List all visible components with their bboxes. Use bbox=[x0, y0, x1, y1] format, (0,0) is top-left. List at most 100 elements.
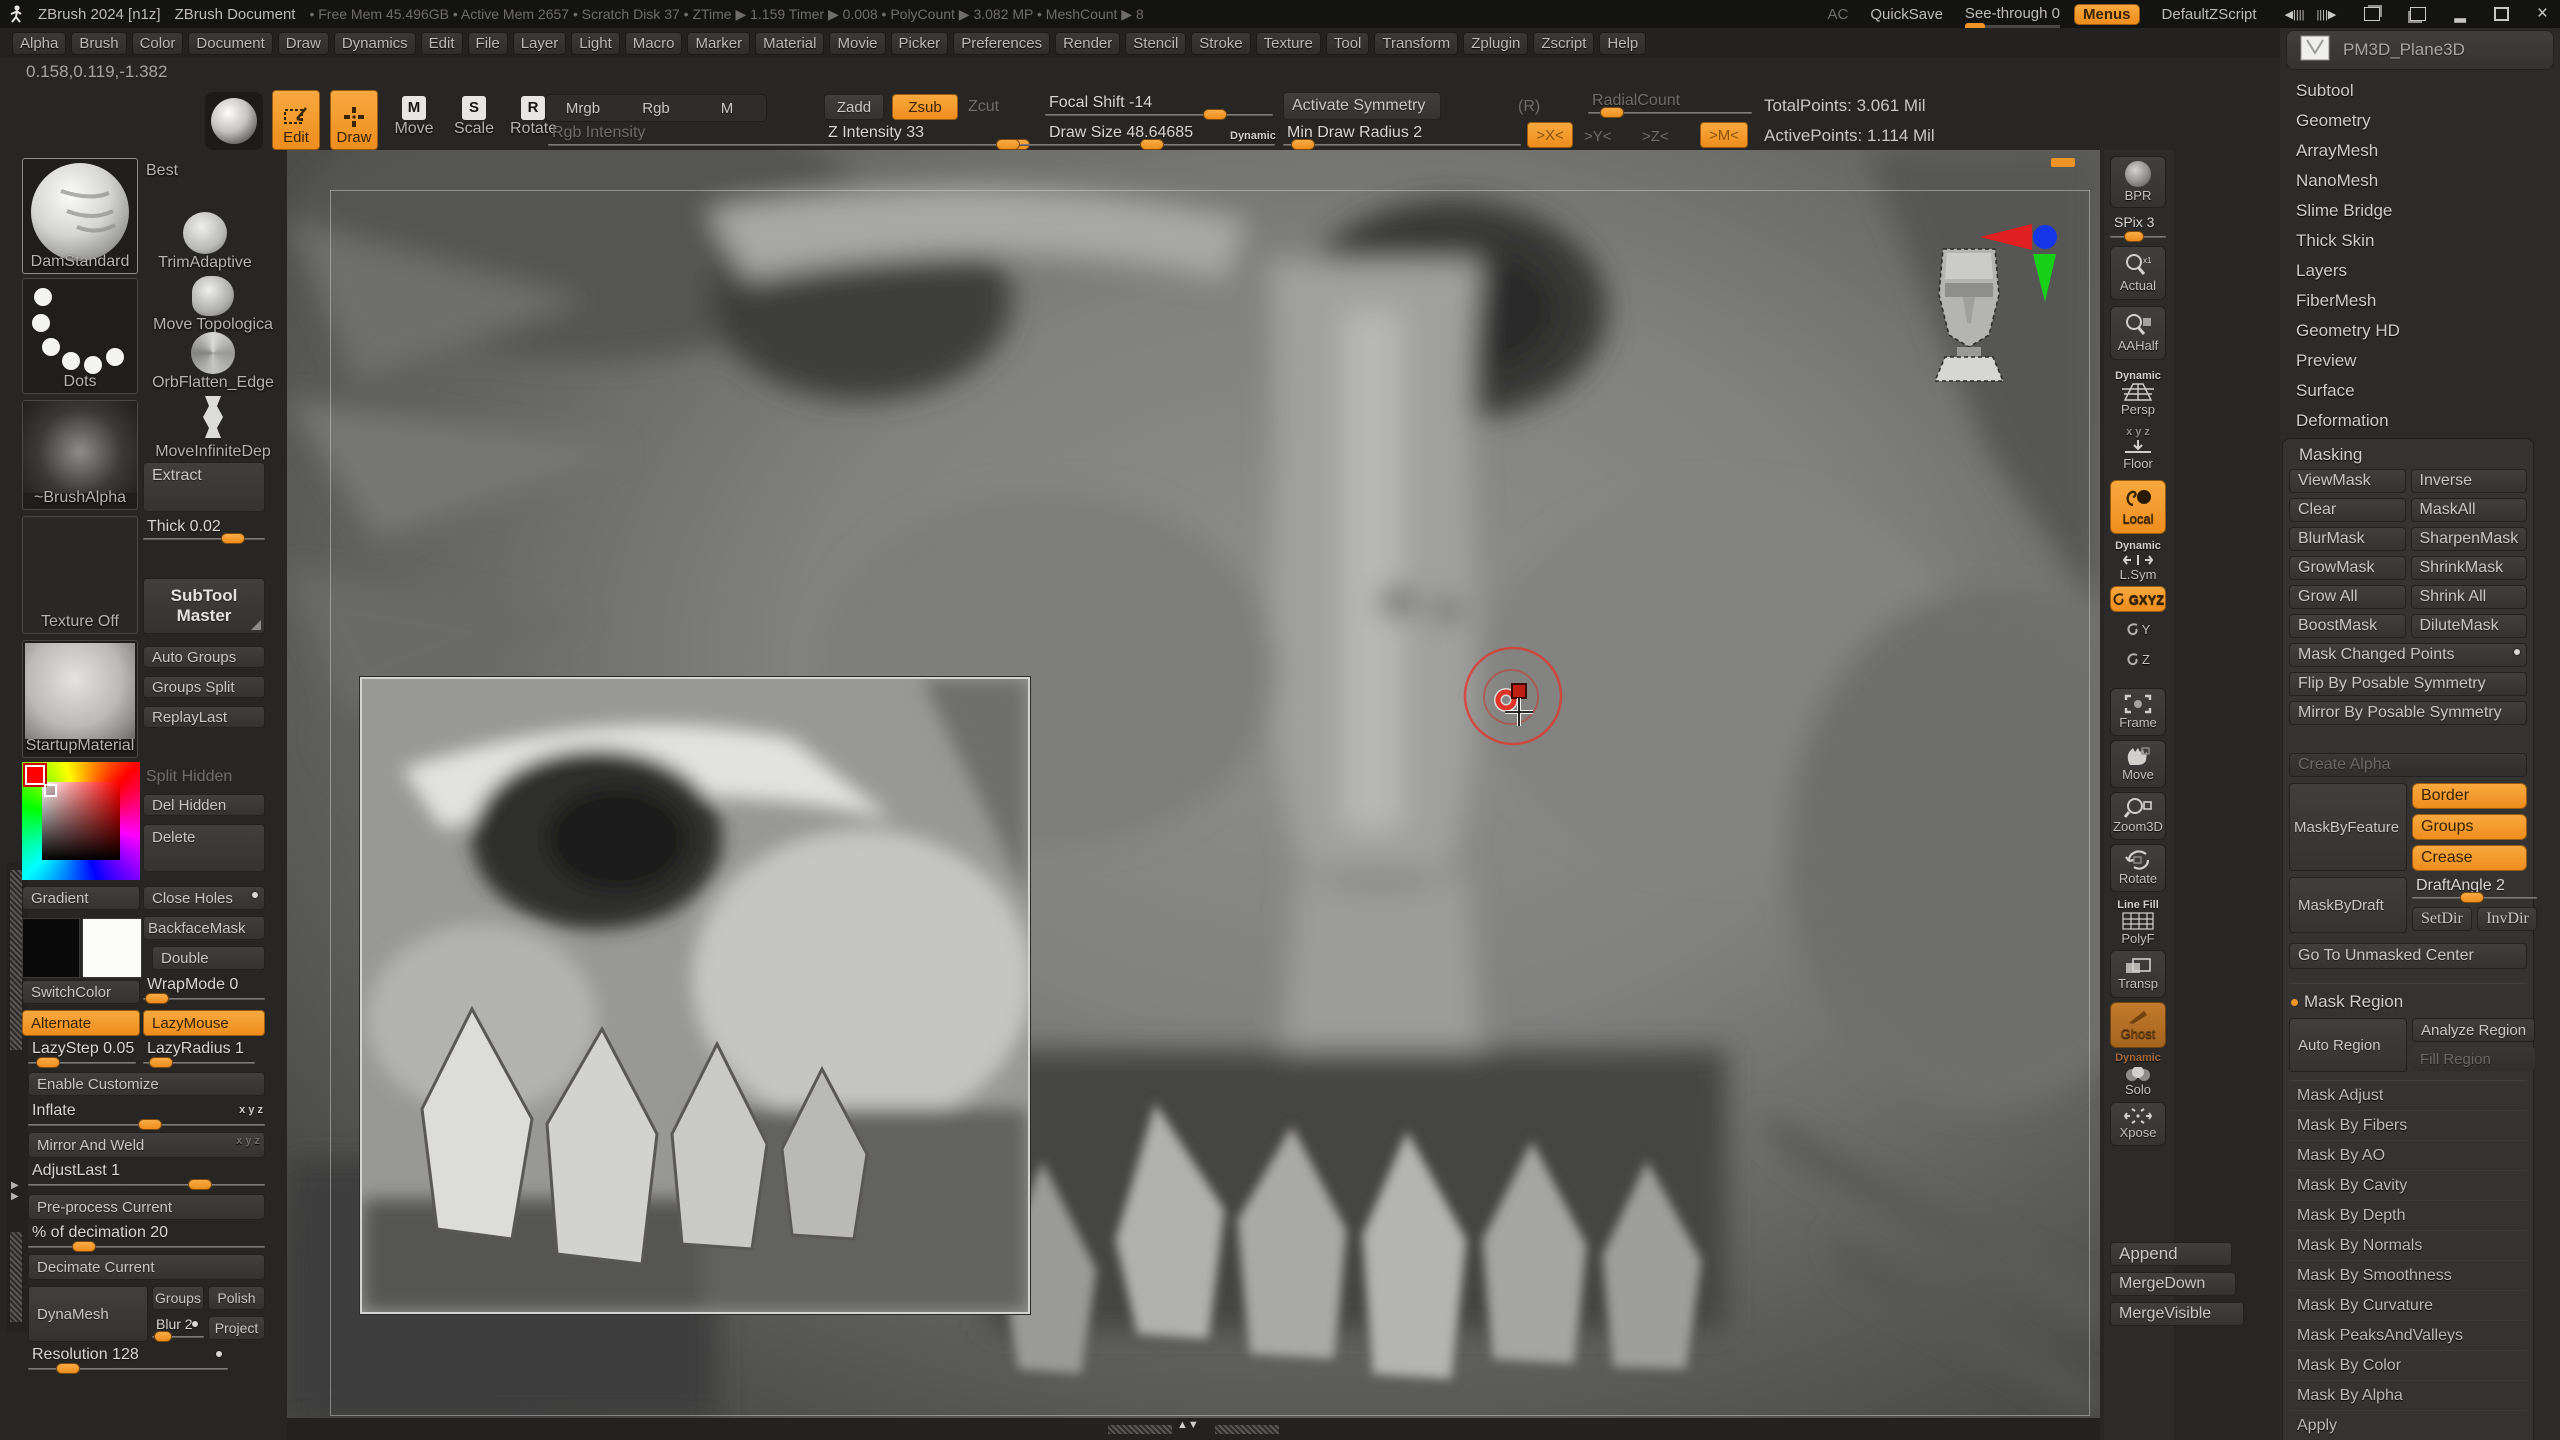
menu-item[interactable]: Picker bbox=[891, 32, 949, 55]
gy-button[interactable]: Y bbox=[2110, 616, 2166, 642]
palette-section-header[interactable]: Geometry bbox=[2280, 106, 2560, 136]
z-intensity-knob[interactable] bbox=[996, 139, 1020, 150]
menu-item[interactable]: Material bbox=[755, 32, 824, 55]
mask-by-row[interactable]: Mask By Alpha bbox=[2289, 1381, 2527, 1411]
palette-section-header[interactable]: Subtool bbox=[2280, 76, 2560, 106]
palette-section-header[interactable]: Layers bbox=[2280, 256, 2560, 286]
inflate-knob[interactable] bbox=[138, 1119, 162, 1130]
radial-count-knob[interactable] bbox=[1600, 107, 1624, 118]
extract-button[interactable]: Extract bbox=[143, 462, 265, 512]
wrap-mode-slider[interactable]: WrapMode 0 bbox=[143, 976, 265, 1004]
dynamic-drawsize-label[interactable]: Dynamic bbox=[1230, 130, 1276, 142]
dynamesh-blur-slider[interactable]: Blur 2 bbox=[152, 1316, 204, 1342]
menu-item[interactable]: Document bbox=[188, 32, 272, 55]
brush-orbflatten-edge[interactable]: OrbFlatten_Edge bbox=[146, 332, 280, 392]
zcut-button[interactable]: Zcut bbox=[968, 98, 999, 116]
mask-by-row[interactable]: Mask By Depth bbox=[2289, 1201, 2527, 1231]
mask-by-row[interactable]: Apply bbox=[2289, 1411, 2527, 1440]
append-button[interactable]: Append bbox=[2110, 1242, 2232, 1266]
dynamesh-project-button[interactable]: Project bbox=[208, 1316, 265, 1340]
symmetry-y-button[interactable]: >Y< bbox=[1584, 128, 1612, 145]
mask-region-header[interactable]: Mask Region bbox=[2289, 983, 2527, 1012]
menu-item[interactable]: Edit bbox=[421, 32, 463, 55]
replay-last-button[interactable]: ReplayLast bbox=[143, 706, 265, 728]
lsym-button[interactable]: L.Sym bbox=[2110, 552, 2166, 584]
current-color-swatch[interactable] bbox=[25, 765, 45, 785]
fill-region-button[interactable]: Fill Region bbox=[2412, 1047, 2535, 1071]
menu-item[interactable]: Alpha bbox=[12, 32, 66, 55]
palette-section-header[interactable]: FiberMesh bbox=[2280, 286, 2560, 316]
masking-button[interactable]: SharpenMask bbox=[2411, 527, 2528, 551]
adjust-last-slider[interactable]: AdjustLast 1 bbox=[28, 1162, 265, 1190]
cascade-windows-icon[interactable] bbox=[2410, 7, 2426, 21]
masking-button[interactable]: Inverse bbox=[2411, 469, 2528, 493]
go-to-unmasked-center-button[interactable]: Go To Unmasked Center bbox=[2289, 943, 2527, 969]
backface-mask-button[interactable]: BackfaceMask bbox=[143, 916, 265, 940]
menu-item[interactable]: Layer bbox=[513, 32, 567, 55]
masking-button[interactable]: MaskAll bbox=[2411, 498, 2528, 522]
subtool-master-button[interactable]: SubToolMaster bbox=[143, 578, 265, 634]
secondary-color-swatch[interactable] bbox=[82, 918, 142, 978]
sv-cursor[interactable] bbox=[44, 784, 57, 797]
menu-item[interactable]: Color bbox=[132, 32, 184, 55]
close-button[interactable]: × bbox=[2537, 3, 2548, 25]
axis-gizmo[interactable] bbox=[1975, 212, 2067, 304]
edit-button[interactable]: Edit bbox=[272, 90, 320, 150]
mask-by-feature-button[interactable]: MaskByFeature bbox=[2289, 783, 2407, 871]
symmetry-m-button[interactable]: >M< bbox=[1700, 122, 1748, 148]
focal-shift-knob[interactable] bbox=[1203, 109, 1227, 120]
lazy-step-knob[interactable] bbox=[36, 1057, 60, 1068]
focal-shift-slider[interactable]: Focal Shift -14 bbox=[1045, 94, 1273, 120]
menu-item[interactable]: Transform bbox=[1374, 32, 1458, 55]
brush-damstandard[interactable]: DamStandard bbox=[22, 158, 138, 274]
actual-size-button[interactable]: x1 Actual bbox=[2110, 246, 2166, 300]
masking-button[interactable]: GrowMask bbox=[2289, 556, 2406, 580]
mirror-and-weld-button[interactable]: Mirror And Weld x y z bbox=[28, 1132, 265, 1158]
feature-border-toggle[interactable]: Border bbox=[2412, 783, 2527, 809]
analyze-region-button[interactable]: Analyze Region bbox=[2412, 1018, 2535, 1042]
texture-off-thumb[interactable]: Texture Off bbox=[22, 516, 138, 634]
dynamesh-button[interactable]: DynaMesh bbox=[28, 1286, 148, 1342]
menu-item[interactable]: Help bbox=[1599, 32, 1646, 55]
tray-handle-texture-right[interactable] bbox=[1215, 1425, 1279, 1434]
main-color-swatch[interactable] bbox=[22, 918, 80, 978]
floor-button[interactable]: x y z Floor bbox=[2110, 424, 2166, 472]
m-button[interactable]: M bbox=[693, 96, 761, 120]
menu-item[interactable]: Macro bbox=[625, 32, 683, 55]
masking-button[interactable]: Mask Changed Points bbox=[2289, 643, 2527, 667]
tile-windows-icon[interactable] bbox=[2364, 7, 2380, 21]
enable-customize-button[interactable]: Enable Customize bbox=[28, 1072, 265, 1096]
transparency-button[interactable]: Transp bbox=[2110, 950, 2166, 998]
zadd-button[interactable]: Zadd bbox=[824, 94, 884, 120]
palette-section-header[interactable]: ArrayMesh bbox=[2280, 136, 2560, 166]
local-symmetry-button[interactable]: Local bbox=[2110, 480, 2166, 534]
activate-symmetry-button[interactable]: Activate Symmetry bbox=[1283, 92, 1441, 120]
close-holes-button[interactable]: Close Holes bbox=[143, 886, 265, 910]
color-picker[interactable] bbox=[22, 762, 140, 880]
menu-item[interactable]: Render bbox=[1055, 32, 1120, 55]
merge-visible-button[interactable]: MergeVisible bbox=[2110, 1302, 2244, 1326]
minimize-button[interactable]: ▂ bbox=[2454, 5, 2466, 23]
menu-item[interactable]: Zplugin bbox=[1463, 32, 1528, 55]
timeline-marker[interactable] bbox=[2051, 158, 2075, 167]
palette-section-header[interactable]: Surface bbox=[2280, 376, 2560, 406]
quicksave-button[interactable]: QuickSave bbox=[1862, 5, 1951, 24]
menu-item[interactable]: Light bbox=[571, 32, 620, 55]
restore-button[interactable] bbox=[2494, 7, 2509, 21]
thick-knob[interactable] bbox=[221, 533, 245, 544]
auto-region-button[interactable]: Auto Region bbox=[2289, 1018, 2407, 1072]
menu-item[interactable]: Draw bbox=[278, 32, 329, 55]
menu-item[interactable]: Stroke bbox=[1191, 32, 1250, 55]
double-button[interactable]: Double bbox=[152, 946, 265, 970]
tray-handle-texture-left[interactable] bbox=[1108, 1425, 1172, 1434]
resolution-knob[interactable] bbox=[56, 1363, 80, 1374]
brush-move-topological[interactable]: Move Topologica bbox=[146, 276, 280, 334]
auto-groups-button[interactable]: Auto Groups bbox=[143, 646, 265, 668]
resolution-slider[interactable]: Resolution 128 bbox=[28, 1346, 228, 1374]
move-button[interactable]: M Move bbox=[392, 96, 436, 138]
rgb-button[interactable]: Rgb bbox=[621, 96, 691, 120]
menu-item[interactable]: Marker bbox=[687, 32, 750, 55]
mask-by-row[interactable]: Mask By Curvature bbox=[2289, 1291, 2527, 1321]
r-symmetry-label[interactable]: (R) bbox=[1518, 98, 1540, 116]
menu-item[interactable]: Zscript bbox=[1533, 32, 1594, 55]
